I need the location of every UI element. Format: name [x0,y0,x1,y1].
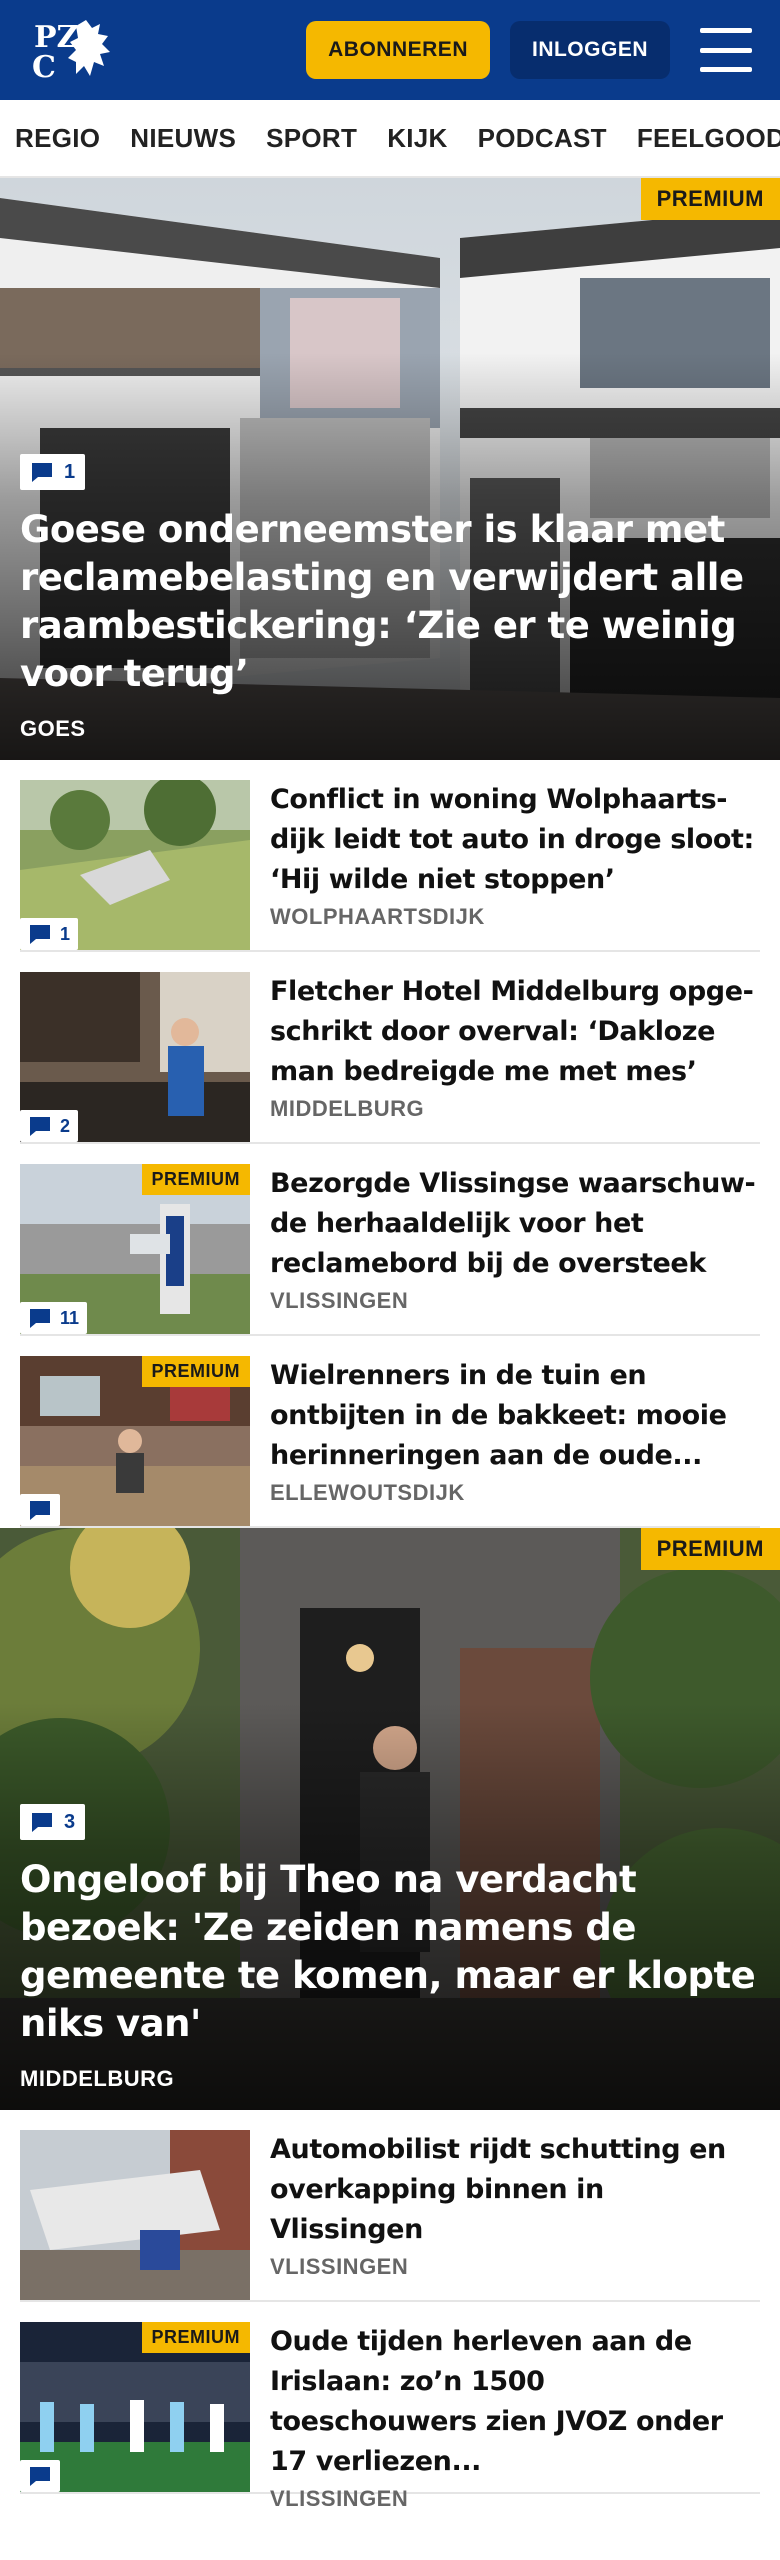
comment-count: 3 [64,1810,76,1833]
comment-icon [30,2467,50,2486]
premium-badge: PREMIUM [141,2322,250,2353]
article-title[interactable]: Wielrenners in de tuin en ontbijten in d… [270,1356,760,1476]
pzc-logo[interactable]: PZ C [26,10,116,90]
nav-item-feelgood[interactable]: FEELGOOD [637,123,780,154]
article-title[interactable]: Bezorgde Vlissingse waarschuw­de herhaal… [270,1164,760,1284]
comment-count-badge [20,1494,60,1526]
nav-item-kijk[interactable]: KIJK [387,123,447,154]
article-title[interactable]: Automobilist rijdt schutting en overkapp… [270,2130,760,2250]
list-item[interactable]: Automobilist rijdt schutting en overkapp… [20,2110,760,2302]
list-item[interactable]: 2 Fletcher Hotel Middelburg opge­schrikt… [20,952,760,1144]
comment-icon [30,1117,50,1136]
comment-count-badge: 1 [20,918,79,950]
premium-badge: PREMIUM [141,1164,250,1195]
comment-count: 2 [60,1115,71,1136]
comment-count-badge [20,2460,60,2492]
article-thumbnail: PREMIUM 11 [20,1164,250,1334]
list-item[interactable]: PREMIUM 11 Bezorgde Vlissingse waarschuw… [20,1144,760,1336]
article-list-2: Automobilist rijdt schutting en overkapp… [0,2110,780,2511]
comment-count: 1 [60,923,71,944]
menu-icon[interactable] [700,28,752,72]
article-thumbnail: PREMIUM [20,1356,250,1526]
nav-item-nieuws[interactable]: NIEUWS [130,123,236,154]
list-item[interactable]: PREMIUM Wielrenners in de tuin en ontbij… [20,1336,760,1528]
article-location: WOLPHAARTSDIJK [270,904,485,929]
comment-count-badge: 1 [20,454,86,490]
article-body: Fletcher Hotel Middelburg opge­schrikt d… [250,972,760,1122]
thumbnail-crashed-fence [20,2130,250,2300]
subscribe-button[interactable]: ABONNEREN [306,21,490,79]
lion-icon [68,20,110,76]
article-thumbnail: 1 [20,780,250,950]
article-location: MIDDELBURG [270,1096,425,1121]
category-nav: REGIO NIEUWS SPORT KIJK PODCAST FEELGOOD… [0,100,780,178]
article-title[interactable]: Fletcher Hotel Middelburg opge­schrikt d… [270,972,760,1092]
article-location: VLISSINGEN [270,1288,409,1313]
hero-headline[interactable]: Goese onderneemster is klaar met reclame… [20,506,760,698]
article-body: Conflict in woning Wolphaarts­dijk leidt… [250,780,760,930]
list-item[interactable]: 1 Conflict in woning Wolphaarts­dijk lei… [20,760,760,952]
logo-letters-bottom: C [32,50,56,85]
comment-icon [30,1501,50,1520]
article-location: VLISSINGEN [270,2486,409,2511]
hero-location: MIDDELBURG [20,2066,175,2091]
article-thumbnail: 2 [20,972,250,1142]
login-button[interactable]: INLOGGEN [509,21,670,79]
list-item[interactable]: PREMIUM Oude tijden herleven aan de Iris… [20,2302,760,2511]
article-title[interactable]: Conflict in woning Wolphaarts­dijk leidt… [270,780,760,900]
hero-text: 3 Ongeloof bij Theo na verdacht bezoek: … [20,1804,760,2092]
comment-icon [30,1309,50,1328]
comment-count: 11 [60,1307,80,1328]
hero-article-middelburg[interactable]: PREMIUM 3 Ongeloof bij Theo na verdacht … [0,1528,780,2110]
article-body: Oude tijden herleven aan de Irislaan: zo… [250,2322,760,2511]
article-body: Wielrenners in de tuin en ontbijten in d… [250,1356,760,1506]
article-body: Automobilist rijdt schutting en overkapp… [250,2130,760,2280]
premium-badge: PREMIUM [141,1356,250,1387]
comment-icon [32,1813,52,1832]
hero-article-goes[interactable]: PREMIUM 1 Goese onderneemster is klaar m… [0,178,780,760]
comment-count: 1 [64,460,76,483]
article-location: VLISSINGEN [270,2254,409,2279]
header-actions: ABONNEREN INLOGGEN [306,21,752,79]
hero-text: 1 Goese onderneemster is klaar met recla… [20,454,760,742]
comment-icon [32,463,52,482]
comment-icon [30,925,50,944]
comment-count-badge: 2 [20,1110,79,1142]
comment-count-badge: 3 [20,1804,86,1840]
nav-item-regio[interactable]: REGIO [15,123,100,154]
premium-badge: PREMIUM [640,1528,780,1570]
article-location: ELLEWOUTSDIJK [270,1480,465,1505]
article-title[interactable]: Oude tijden herleven aan de Irislaan: zo… [270,2322,760,2482]
nav-item-podcast[interactable]: PODCAST [478,123,607,154]
article-thumbnail [20,2130,250,2300]
nav-item-sport[interactable]: SPORT [266,123,357,154]
article-body: Bezorgde Vlissingse waarschuw­de herhaal… [250,1164,760,1314]
comment-count-badge: 11 [20,1302,88,1334]
premium-badge: PREMIUM [640,178,780,220]
hero-headline[interactable]: Ongeloof bij Theo na verdacht bezoek: 'Z… [20,1856,760,2048]
article-thumbnail: PREMIUM [20,2322,250,2492]
hero-location: GOES [20,716,86,741]
site-header: PZ C ABONNEREN INLOGGEN [0,0,780,100]
article-list-1: 1 Conflict in woning Wolphaarts­dijk lei… [0,760,780,1528]
